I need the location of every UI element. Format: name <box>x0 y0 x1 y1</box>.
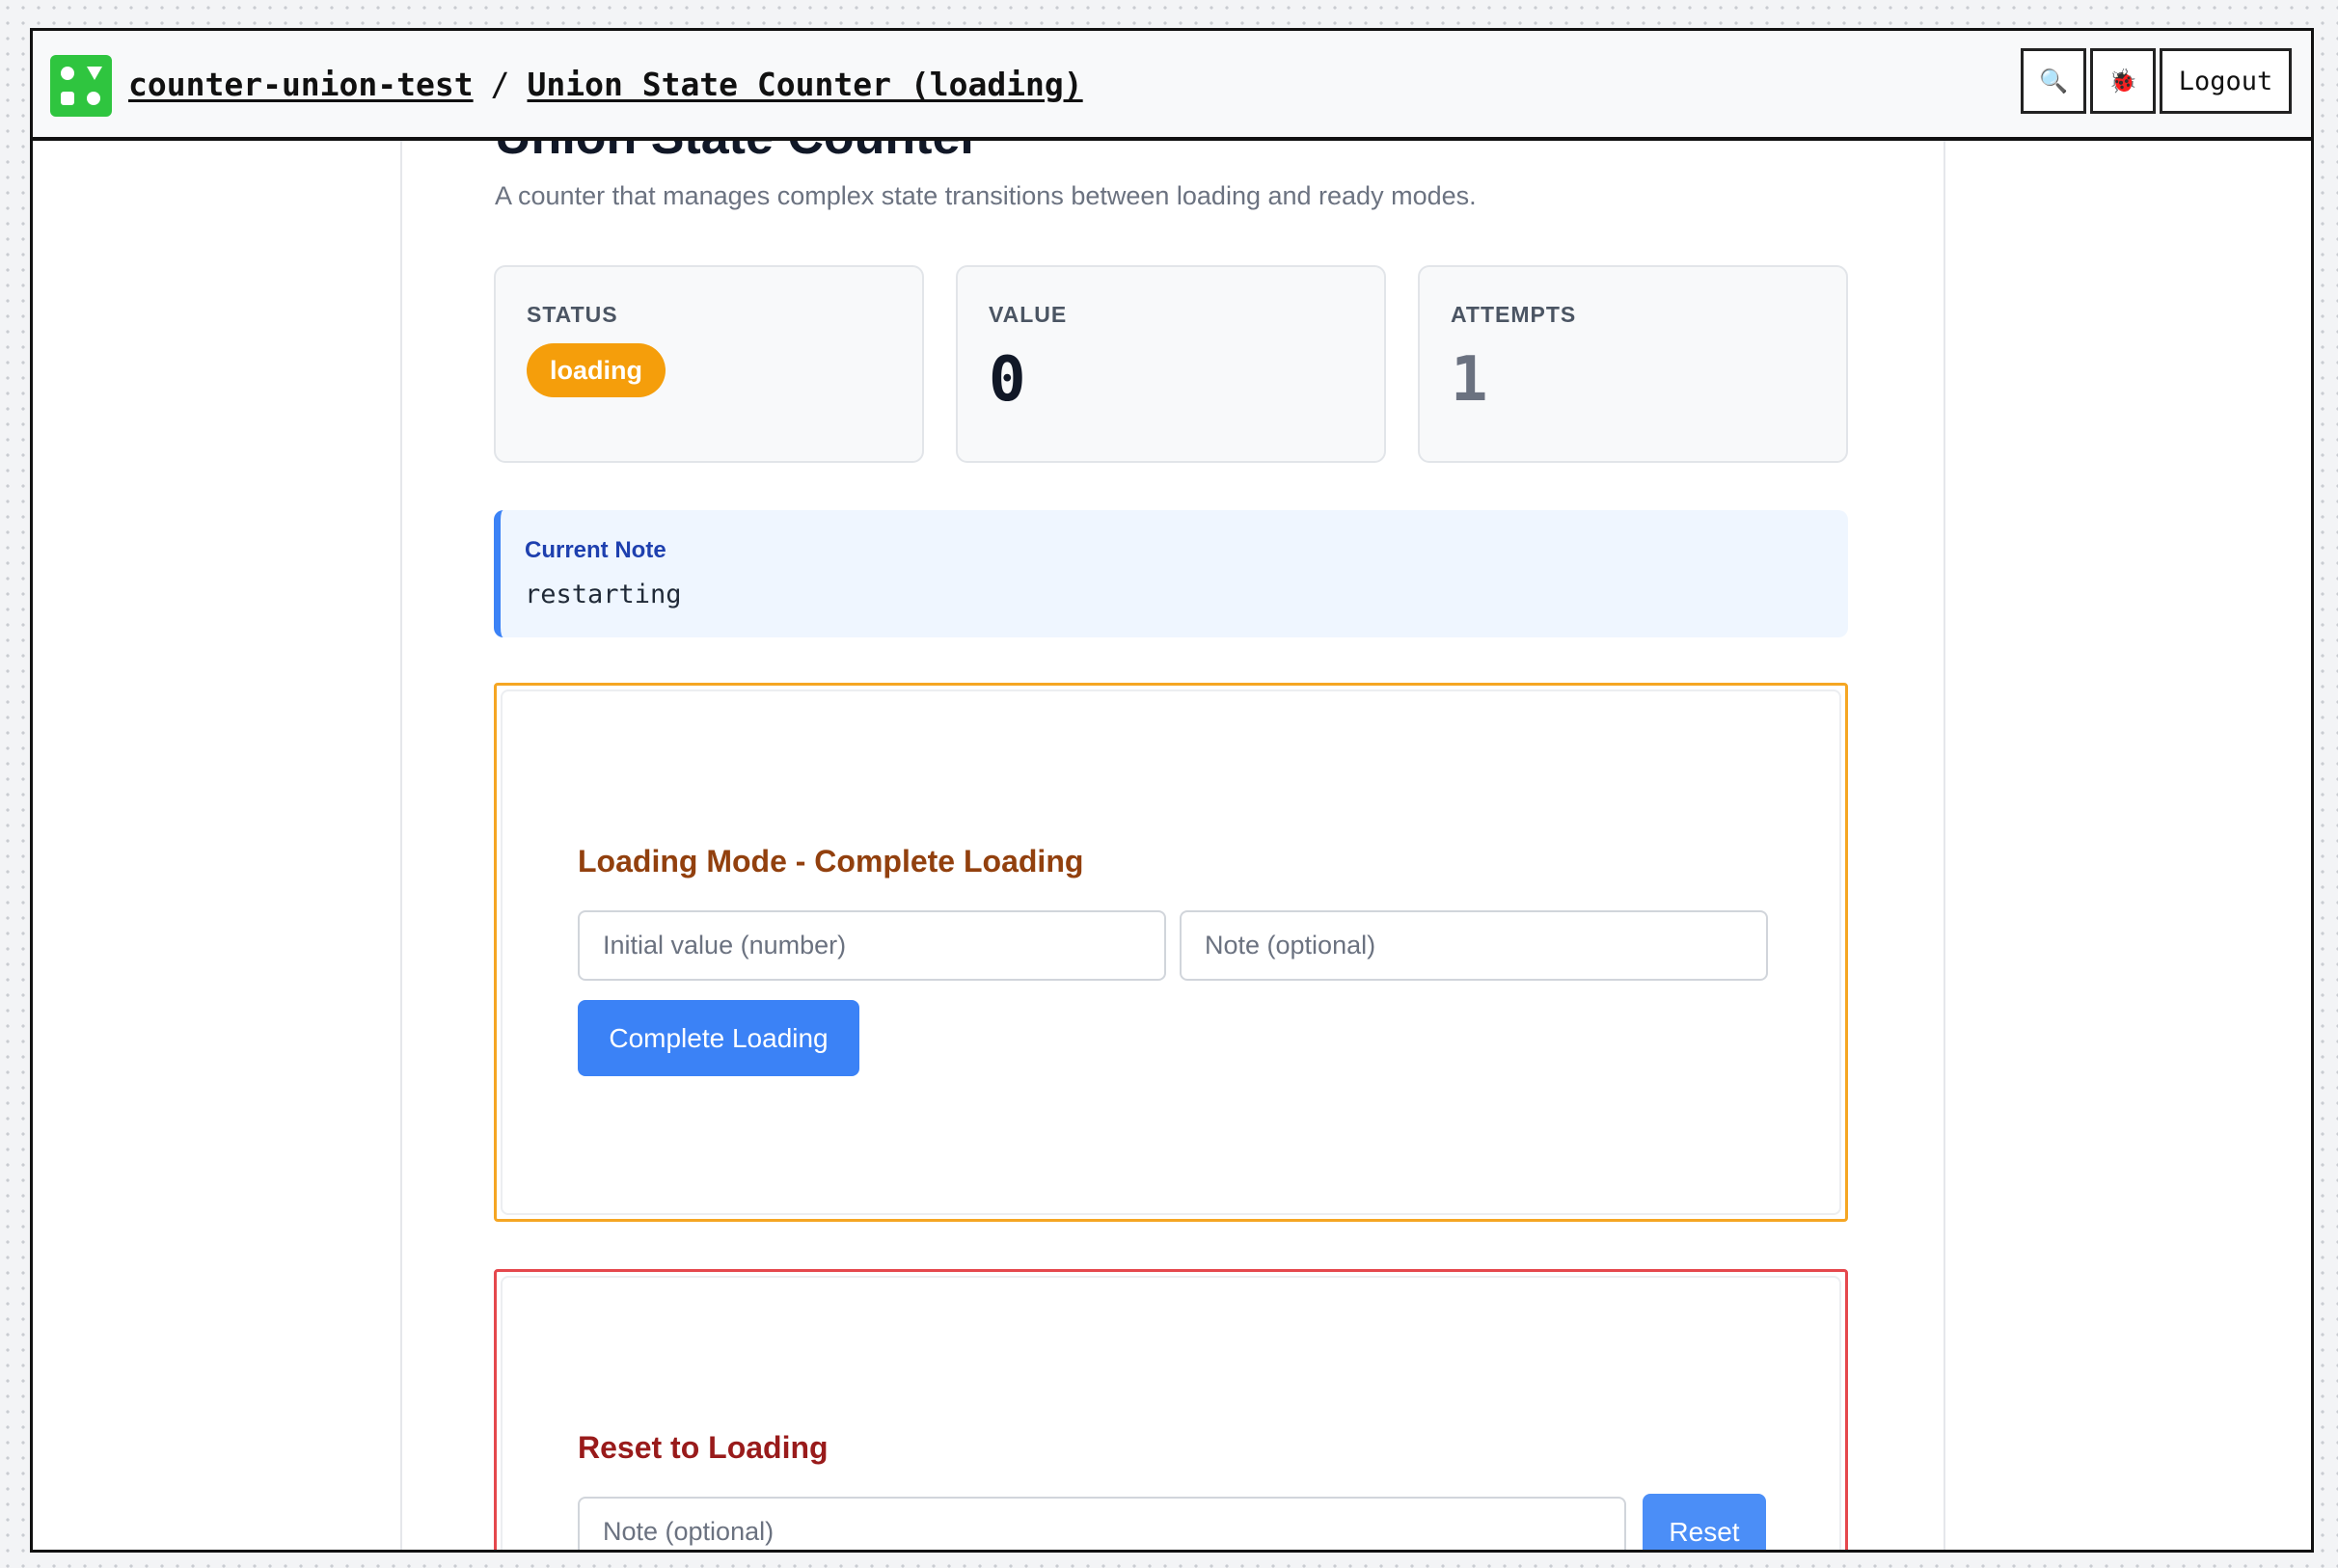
app-window: counter-union-test / Union State Counter (… <box>30 28 2314 1553</box>
reset-button[interactable]: Reset <box>1643 1494 1766 1550</box>
initial-value-input[interactable] <box>578 910 1166 981</box>
debug-button[interactable]: 🐞 <box>2090 48 2156 114</box>
loading-note-input[interactable] <box>1180 910 1768 981</box>
status-card: STATUS loading <box>494 265 924 463</box>
reset-note-input[interactable] <box>578 1497 1626 1550</box>
logout-button[interactable]: Logout <box>2160 48 2292 114</box>
breadcrumb-project-link[interactable]: counter-union-test <box>128 66 474 103</box>
value-label: VALUE <box>989 302 1068 327</box>
value-card: VALUE 0 <box>956 265 1386 463</box>
attempts-value: 1 <box>1451 344 1488 416</box>
reset-panel-title: Reset to Loading <box>578 1430 829 1465</box>
current-note-label: Current Note <box>525 537 666 563</box>
app-logo-icon[interactable] <box>50 55 112 117</box>
complete-loading-button[interactable]: Complete Loading <box>578 1000 859 1076</box>
status-badge: loading <box>527 343 666 397</box>
current-note-text: restarting <box>525 580 682 609</box>
breadcrumb: counter-union-test / Union State Counter (… <box>128 66 1083 103</box>
breadcrumb-separator: / <box>490 66 510 103</box>
loading-mode-title: Loading Mode - Complete Loading <box>578 844 1084 879</box>
loading-mode-panel: Loading Mode - Complete Loading Complete… <box>494 683 1848 1222</box>
attempts-card: ATTEMPTS 1 <box>1418 265 1848 463</box>
page-description: A counter that manages complex state tra… <box>495 181 1477 210</box>
attempts-label: ATTEMPTS <box>1451 302 1577 327</box>
top-bar: counter-union-test / Union State Counter (… <box>33 31 2311 141</box>
bug-icon: 🐞 <box>2108 68 2137 95</box>
current-note: Current Note restarting <box>494 510 1848 637</box>
status-label: STATUS <box>527 302 618 327</box>
counter-value: 0 <box>989 344 1026 416</box>
breadcrumb-page-link[interactable]: Union State Counter (loading) <box>528 66 1083 103</box>
reset-panel: Reset to Loading Reset <box>494 1269 1848 1550</box>
main-content: Union State Counter A counter that manag… <box>400 31 1945 1550</box>
search-icon: 🔍 <box>2039 68 2068 95</box>
search-button[interactable]: 🔍 <box>2021 48 2086 114</box>
